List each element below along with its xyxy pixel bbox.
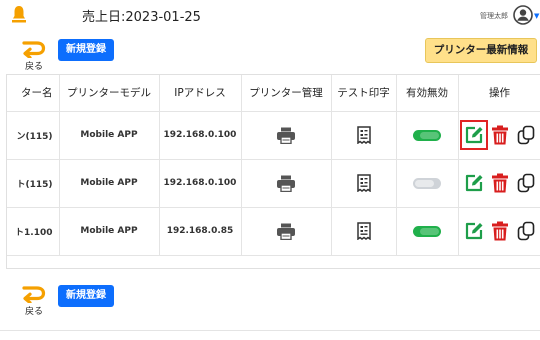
test-print-cell [331,159,397,208]
receipt-icon[interactable] [353,219,375,243]
table-row: ト(115) Mobile APP 192.168.0.100 [7,159,540,208]
actions-cell [458,207,540,256]
table-spacer-cell [7,255,540,268]
table-header-row: ター名 プリンターモデル IPアドレス プリンター管理 テスト印字 有効無効 操… [7,75,540,112]
table-row: ン(115) Mobile APP 192.168.0.100 [7,111,540,160]
delete-icon[interactable] [489,123,511,147]
enabled-toggle[interactable] [413,177,441,189]
printer-icon[interactable] [275,219,297,243]
column-header-actions: 操作 [458,75,540,112]
row-actions [459,120,540,150]
enabled-cell [396,111,459,160]
back-arrow-icon [22,41,46,58]
edit-icon[interactable] [463,219,485,243]
enabled-toggle[interactable] [413,225,441,237]
column-header-name: ター名 [7,75,60,112]
sales-date: 売上日:2023-01-25 [82,10,201,25]
enabled-cell [396,159,459,208]
row-actions [459,171,540,195]
actions-cell [458,159,540,208]
actions-cell [458,111,540,160]
printer-model-cell: Mobile APP [59,159,160,208]
back-button-bottom[interactable]: 戻る [20,285,48,321]
ip-address-cell: 192.168.0.85 [159,207,242,256]
bell-icon[interactable] [12,5,26,23]
delete-icon[interactable] [489,219,511,243]
toggle-knob [420,227,439,235]
edit-icon[interactable] [459,120,488,150]
back-button[interactable]: 戻る [20,40,48,76]
delete-icon[interactable] [489,171,511,195]
receipt-icon[interactable] [353,123,375,147]
back-label: 戻る [24,307,43,317]
copy-icon[interactable] [515,219,537,243]
user-avatar-icon[interactable] [513,5,533,25]
printer-name-cell: ト1.100 [7,207,60,256]
printer-latest-info-button[interactable]: プリンター最新情報 [425,38,537,63]
user-menu-caret-icon[interactable]: ▼ [534,12,539,20]
toggle-knob [415,179,434,187]
printer-model-cell: Mobile APP [59,207,160,256]
table-row: ト1.100 Mobile APP 192.168.0.85 [7,207,540,256]
column-header-test-print: テスト印字 [331,75,397,112]
column-header-printer-management: プリンター管理 [241,75,332,112]
ip-address-cell: 192.168.0.100 [159,159,242,208]
printer-icon[interactable] [275,171,297,195]
printer-icon[interactable] [275,123,297,147]
back-arrow-icon [22,286,46,303]
printer-name-cell: ン(115) [7,111,60,160]
toggle-knob [420,131,439,139]
copy-icon[interactable] [515,123,537,147]
column-header-model: プリンターモデル [59,75,160,112]
ip-address-cell: 192.168.0.100 [159,111,242,160]
printer-management-cell [241,111,332,160]
test-print-cell [331,207,397,256]
row-actions [459,219,540,243]
new-register-button-bottom[interactable]: 新規登録 [58,285,114,307]
enabled-toggle[interactable] [413,129,441,141]
printer-table: ター名 プリンターモデル IPアドレス プリンター管理 テスト印字 有効無効 操… [7,75,540,268]
printer-management-cell [241,207,332,256]
edit-icon[interactable] [463,171,485,195]
printer-management-cell [241,159,332,208]
printer-model-cell: Mobile APP [59,111,160,160]
back-label: 戻る [24,62,43,72]
table-spacer-row [7,255,540,268]
column-header-ip: IPアドレス [159,75,242,112]
top-header: 売上日:2023-01-25 管理太郎 ▼ [0,0,540,32]
new-register-button[interactable]: 新規登録 [58,39,114,61]
test-print-cell [331,111,397,160]
copy-icon[interactable] [515,171,537,195]
column-header-enabled: 有効無効 [396,75,459,112]
receipt-icon[interactable] [353,171,375,195]
printer-name-cell: ト(115) [7,159,60,208]
printer-table-card: ター名 プリンターモデル IPアドレス プリンター管理 テスト印字 有効無効 操… [6,74,540,269]
footer-divider [0,330,540,331]
enabled-cell [396,207,459,256]
user-name[interactable]: 管理太郎 [480,11,508,21]
